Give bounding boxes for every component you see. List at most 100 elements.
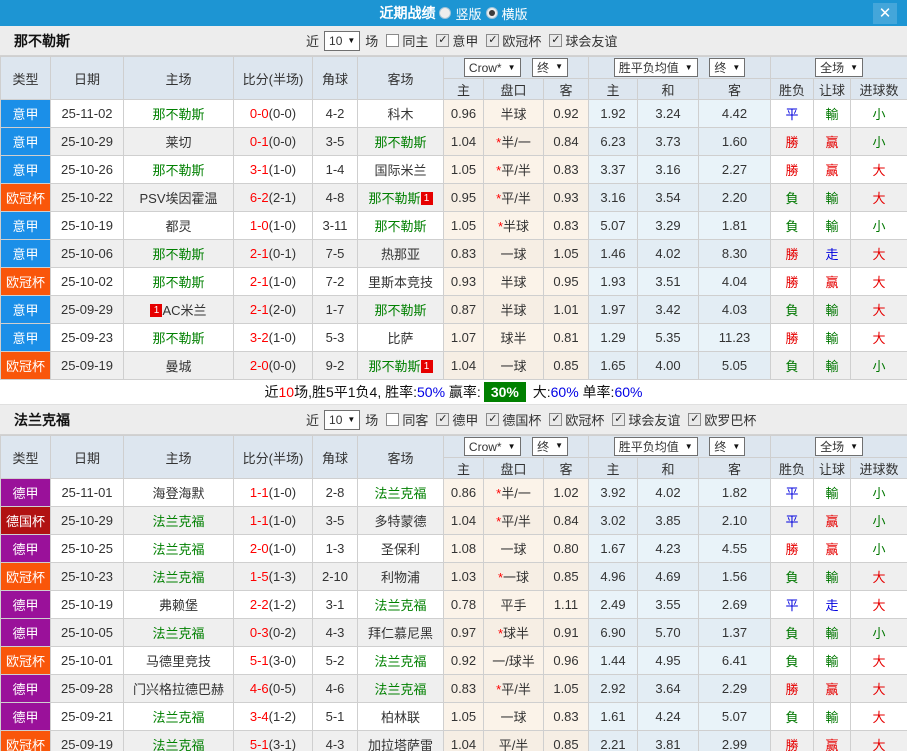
- checkbox-欧冠杯[interactable]: ✓: [549, 413, 563, 426]
- odds-stage-select[interactable]: 终 ▼: [532, 436, 569, 456]
- col-odds-away: 客: [543, 78, 589, 100]
- checkbox-label: 意甲: [452, 34, 479, 49]
- score: 5-1(3-1): [233, 730, 313, 751]
- avg-win: 5.07: [588, 211, 638, 240]
- handicap: *半/一: [483, 478, 544, 507]
- team-name: 利物浦: [380, 570, 420, 585]
- result-goals: 大: [850, 239, 907, 268]
- odds-away: 0.81: [543, 323, 589, 352]
- team-name: 那不勒斯: [368, 191, 421, 206]
- recent-results-window: 近期战绩 竖版 横版 ✕ 那不勒斯 近 10 ▼ 场同主 ✓ 意甲 ✓ 欧冠杯 ✓ 球会友谊 类型: [0, 0, 907, 751]
- odds-away: 1.05: [543, 239, 589, 268]
- checkbox-德甲[interactable]: ✓: [436, 413, 450, 426]
- avg-stage-select[interactable]: 终 ▼: [709, 437, 746, 456]
- close-icon[interactable]: ✕: [873, 3, 897, 24]
- bookmaker-select[interactable]: Crow* ▼: [463, 437, 521, 457]
- handicap-text: 半球: [500, 107, 527, 122]
- result-goals: 大: [850, 674, 907, 703]
- home-team: 曼城: [123, 351, 234, 380]
- col-odds-home: 主: [443, 457, 484, 479]
- team-name: 里斯本竞技: [367, 275, 433, 290]
- home-team: 那不勒斯: [123, 323, 234, 352]
- halftime-score: (0-2): [268, 625, 297, 640]
- team-name: 那不勒斯: [374, 303, 427, 318]
- odds-away: 0.96: [543, 646, 589, 675]
- checkbox-球会友谊[interactable]: ✓: [549, 34, 563, 47]
- odds-away: 0.91: [543, 618, 589, 647]
- checkbox-意甲[interactable]: ✓: [436, 34, 450, 47]
- home-team: 都灵: [123, 211, 234, 240]
- col-avg-home: 主: [588, 457, 638, 479]
- match-date: 25-10-06: [50, 239, 124, 268]
- odds-stage-select[interactable]: 终 ▼: [532, 57, 569, 77]
- odds-away: 0.85: [543, 562, 589, 591]
- team-name: 法兰克福: [152, 542, 205, 557]
- radio-icon[interactable]: [439, 7, 452, 19]
- team-name: 柏林联: [380, 710, 420, 725]
- radio-selected-icon[interactable]: [485, 7, 498, 19]
- odds-home: 1.05: [443, 702, 484, 731]
- bookmaker-select[interactable]: Crow* ▼: [463, 58, 521, 78]
- away-team: 科木: [357, 99, 444, 128]
- team-name: 那不勒斯: [374, 135, 427, 150]
- avg-draw: 5.70: [637, 618, 699, 647]
- chevron-down-icon: ▼: [850, 62, 858, 72]
- avg-win: 1.97: [588, 295, 638, 324]
- checkbox-欧罗巴杯[interactable]: ✓: [688, 413, 702, 426]
- checkbox-欧冠杯[interactable]: ✓: [486, 34, 500, 47]
- scope-select[interactable]: 全场 ▼: [815, 437, 863, 456]
- result-handicap: 赢: [813, 674, 852, 703]
- layout-option-vertical[interactable]: 竖版: [439, 4, 482, 23]
- result-goals: 小: [850, 211, 907, 240]
- filter-near-label: 近: [306, 34, 320, 49]
- avg-win: 1.46: [588, 239, 638, 268]
- result-goals: 小: [850, 351, 907, 380]
- corner-score: 4-8: [312, 183, 358, 212]
- avg-type-select[interactable]: 胜平负均值 ▼: [613, 58, 698, 77]
- avg-lose: 4.42: [697, 99, 772, 128]
- avg-draw: 4.02: [637, 478, 699, 507]
- avg-type-select[interactable]: 胜平负均值 ▼: [613, 437, 698, 456]
- avg-draw: 4.02: [637, 239, 699, 268]
- col-avg-draw: 和: [637, 78, 699, 100]
- result-goals: 小: [850, 534, 907, 563]
- window-title: 近期战绩: [379, 5, 436, 21]
- result-wdl: 勝: [770, 534, 815, 563]
- result-handicap: 走: [813, 239, 852, 268]
- match-count-select[interactable]: 10 ▼: [324, 409, 361, 430]
- col-away: 客场: [357, 435, 444, 479]
- home-team: 马德里竞技: [123, 646, 234, 675]
- odds-home: 1.07: [443, 323, 484, 352]
- checkbox-同主[interactable]: [386, 34, 400, 47]
- match-count-select[interactable]: 10 ▼: [324, 30, 361, 51]
- halftime-score: (0-0): [268, 134, 297, 149]
- section-napoli: 那不勒斯 近 10 ▼ 场同主 ✓ 意甲 ✓ 欧冠杯 ✓ 球会友谊 类型 日期 主场 比分(半场)…: [0, 26, 907, 405]
- score: 0-0(0-0): [233, 99, 313, 128]
- match-date: 25-10-29: [50, 506, 124, 535]
- avg-stage-select[interactable]: 终 ▼: [709, 58, 746, 77]
- result-handicap: 輸: [813, 702, 852, 731]
- handicap-text: 平手: [500, 598, 527, 613]
- col-avg-draw: 和: [637, 457, 699, 479]
- odds-away: 1.05: [543, 674, 589, 703]
- corner-score: 7-5: [312, 239, 358, 268]
- halftime-score: (1-2): [268, 597, 297, 612]
- filter-games-label: 场: [365, 413, 379, 428]
- avg-win: 1.67: [588, 534, 638, 563]
- layout-option-horizontal[interactable]: 横版: [485, 4, 528, 23]
- scope-select[interactable]: 全场 ▼: [815, 58, 863, 77]
- checkbox-label: 球会友谊: [628, 413, 681, 428]
- home-team: 弗赖堡: [123, 590, 234, 619]
- checkbox-球会友谊[interactable]: ✓: [612, 413, 626, 426]
- halftime-score: (1-2): [268, 709, 297, 724]
- match-row: 德甲 25-09-28 门兴格拉德巴赫 4-6(0-5) 4-6 法兰克福 0.83 *平/半…: [0, 674, 907, 703]
- halftime-score: (1-0): [268, 274, 297, 289]
- odds-select-group: Crow* ▼ 终 ▼: [443, 435, 589, 458]
- avg-lose: 4.04: [697, 267, 772, 296]
- checkbox-德国杯[interactable]: ✓: [486, 413, 500, 426]
- result-handicap: 赢: [813, 534, 852, 563]
- checkbox-同客[interactable]: [386, 413, 400, 426]
- handicap-text: 球半: [503, 626, 530, 641]
- result-handicap: 赢: [813, 127, 852, 156]
- odds-home: 1.04: [443, 127, 484, 156]
